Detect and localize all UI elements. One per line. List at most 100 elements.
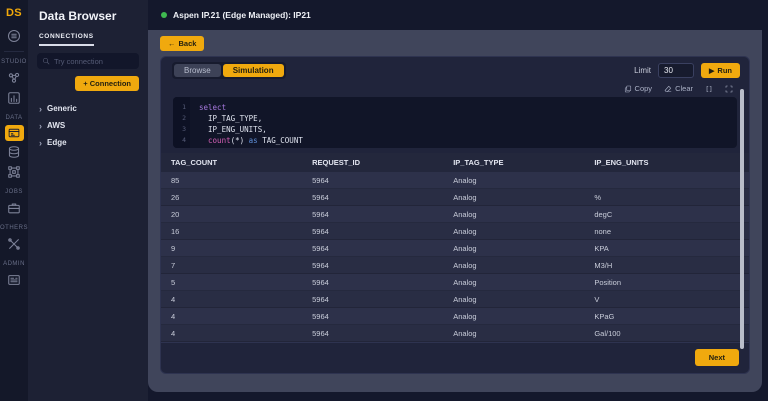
table-cell: degC: [584, 206, 749, 223]
clear-button[interactable]: Clear: [664, 84, 693, 93]
query-panel: BrowseSimulation Limit ▶ Run Copy: [160, 56, 750, 374]
panel-footer: Next: [161, 342, 749, 373]
view-tabs: BrowseSimulation: [172, 62, 286, 79]
expand-button[interactable]: [725, 85, 733, 93]
table-row[interactable]: 205964AnalogdegC: [161, 206, 749, 223]
table-row[interactable]: 855964Analog: [161, 172, 749, 189]
rail-section-studio: STUDIO: [1, 59, 27, 65]
format-button[interactable]: [705, 85, 713, 93]
table-row[interactable]: 45964AnalogV: [161, 291, 749, 308]
table-cell: Analog: [443, 240, 584, 257]
table-row[interactable]: 165964Analognone: [161, 223, 749, 240]
tree-item-label: Edge: [47, 138, 67, 147]
connection-header: Aspen IP.21 (Edge Managed): IP21: [148, 0, 768, 30]
table-cell: 9: [161, 240, 302, 257]
table-row[interactable]: 75964AnalogM3/H: [161, 257, 749, 274]
rail-section-data: DATA: [5, 115, 22, 121]
database-icon[interactable]: [0, 142, 28, 162]
table-row[interactable]: 45964AnalogGal/100: [161, 325, 749, 342]
tree-item-generic[interactable]: › Generic: [39, 100, 137, 117]
table-cell: 7: [161, 257, 302, 274]
rail-section-admin: ADMIN: [3, 261, 25, 267]
tree-item-label: AWS: [47, 121, 65, 130]
table-row[interactable]: 95964AnalogKPA: [161, 240, 749, 257]
data-browser-icon[interactable]: [0, 124, 28, 142]
tree-item-edge[interactable]: ›Edge: [39, 134, 137, 151]
table-row[interactable]: 45964AnalogKPaG: [161, 308, 749, 325]
table-cell: 5: [161, 274, 302, 291]
tree-item-aws[interactable]: ›AWS: [39, 117, 137, 134]
connections-sidebar: Data Browser CONNECTIONS + Connection › G…: [28, 0, 148, 401]
tab-browse[interactable]: Browse: [174, 64, 221, 77]
table-cell: 5964: [302, 240, 443, 257]
next-button[interactable]: Next: [695, 349, 739, 366]
table-cell: Analog: [443, 172, 584, 189]
table-cell: [584, 172, 749, 189]
column-header-tag_count: TAG_COUNT: [161, 153, 302, 172]
pipelines-icon[interactable]: [0, 68, 28, 88]
scrollbar[interactable]: [740, 89, 744, 349]
column-header-ip_tag_type: IP_TAG_TYPE: [443, 153, 584, 172]
table-cell: Analog: [443, 189, 584, 206]
table-cell: 5964: [302, 223, 443, 240]
table-cell: 4: [161, 325, 302, 342]
table-cell: %: [584, 189, 749, 206]
search-input[interactable]: [54, 57, 134, 66]
sql-editor[interactable]: 1234567 select IP_TAG_TYPE, IP_ENG_UNITS…: [173, 97, 737, 148]
table-cell: Analog: [443, 274, 584, 291]
table-cell: Gal/100: [584, 325, 749, 342]
chevron-right-icon: ›: [39, 106, 42, 112]
table-cell: none: [584, 223, 749, 240]
table-cell: 5964: [302, 274, 443, 291]
connection-search[interactable]: [37, 53, 139, 69]
fullscreen-icon: [725, 85, 733, 93]
table-cell: V: [584, 291, 749, 308]
rail-section-jobs: JOBS: [5, 189, 23, 195]
table-cell: Position: [584, 274, 749, 291]
schema-icon[interactable]: [0, 162, 28, 182]
tree-item-label: Generic: [47, 104, 77, 113]
add-connection-button[interactable]: + Connection: [75, 76, 139, 91]
table-row[interactable]: 265964Analog%: [161, 189, 749, 206]
connection-title: Aspen IP.21 (Edge Managed): IP21: [173, 10, 311, 20]
table-cell: 5964: [302, 308, 443, 325]
table-row[interactable]: 55964AnalogPosition: [161, 274, 749, 291]
app-logo: DS: [0, 0, 28, 26]
table-cell: 4: [161, 291, 302, 308]
table-cell: Analog: [443, 291, 584, 308]
editor-toolbar: Copy Clear: [161, 82, 749, 97]
table-cell: 16: [161, 223, 302, 240]
analytics-icon[interactable]: [0, 88, 28, 108]
tab-simulation[interactable]: Simulation: [223, 64, 284, 77]
status-dot: [161, 12, 167, 18]
table-cell: 26: [161, 189, 302, 206]
table-cell: 5964: [302, 189, 443, 206]
copy-label: Copy: [635, 84, 653, 93]
line-number-gutter: 1234567: [173, 97, 190, 148]
clear-label: Clear: [675, 84, 693, 93]
back-button[interactable]: ← Back: [160, 36, 204, 51]
run-button[interactable]: ▶ Run: [701, 63, 740, 78]
back-arrow-icon: ←: [168, 39, 176, 48]
table-cell: 5964: [302, 172, 443, 189]
eraser-icon: [664, 85, 672, 93]
content-area: ← Back BrowseSimulation Limit ▶ Run Co: [148, 30, 762, 392]
limit-input[interactable]: [658, 63, 694, 78]
connections-tree: › Generic ›AWS›Edge: [39, 100, 137, 151]
column-header-request_id: REQUEST_ID: [302, 153, 443, 172]
admin-icon[interactable]: [0, 270, 28, 290]
page-title: Data Browser: [28, 0, 148, 25]
table-body: 855964Analog265964Analog%205964Analogdeg…: [161, 172, 749, 342]
icon-rail: DS STUDIO DATA JOBS OTHERS ADMIN: [0, 0, 28, 401]
menu-icon[interactable]: [0, 26, 28, 46]
results-table-wrap: TAG_COUNTREQUEST_IDIP_TAG_TYPEIP_ENG_UNI…: [161, 153, 749, 342]
table-cell: 5964: [302, 291, 443, 308]
jobs-icon[interactable]: [0, 198, 28, 218]
tab-connections[interactable]: CONNECTIONS: [39, 33, 94, 46]
rail-divider: [4, 51, 24, 52]
play-icon: ▶: [709, 67, 714, 75]
search-icon: [42, 57, 50, 65]
copy-button[interactable]: Copy: [624, 84, 653, 93]
column-header-ip_eng_units: IP_ENG_UNITS: [584, 153, 749, 172]
tools-icon[interactable]: [0, 234, 28, 254]
